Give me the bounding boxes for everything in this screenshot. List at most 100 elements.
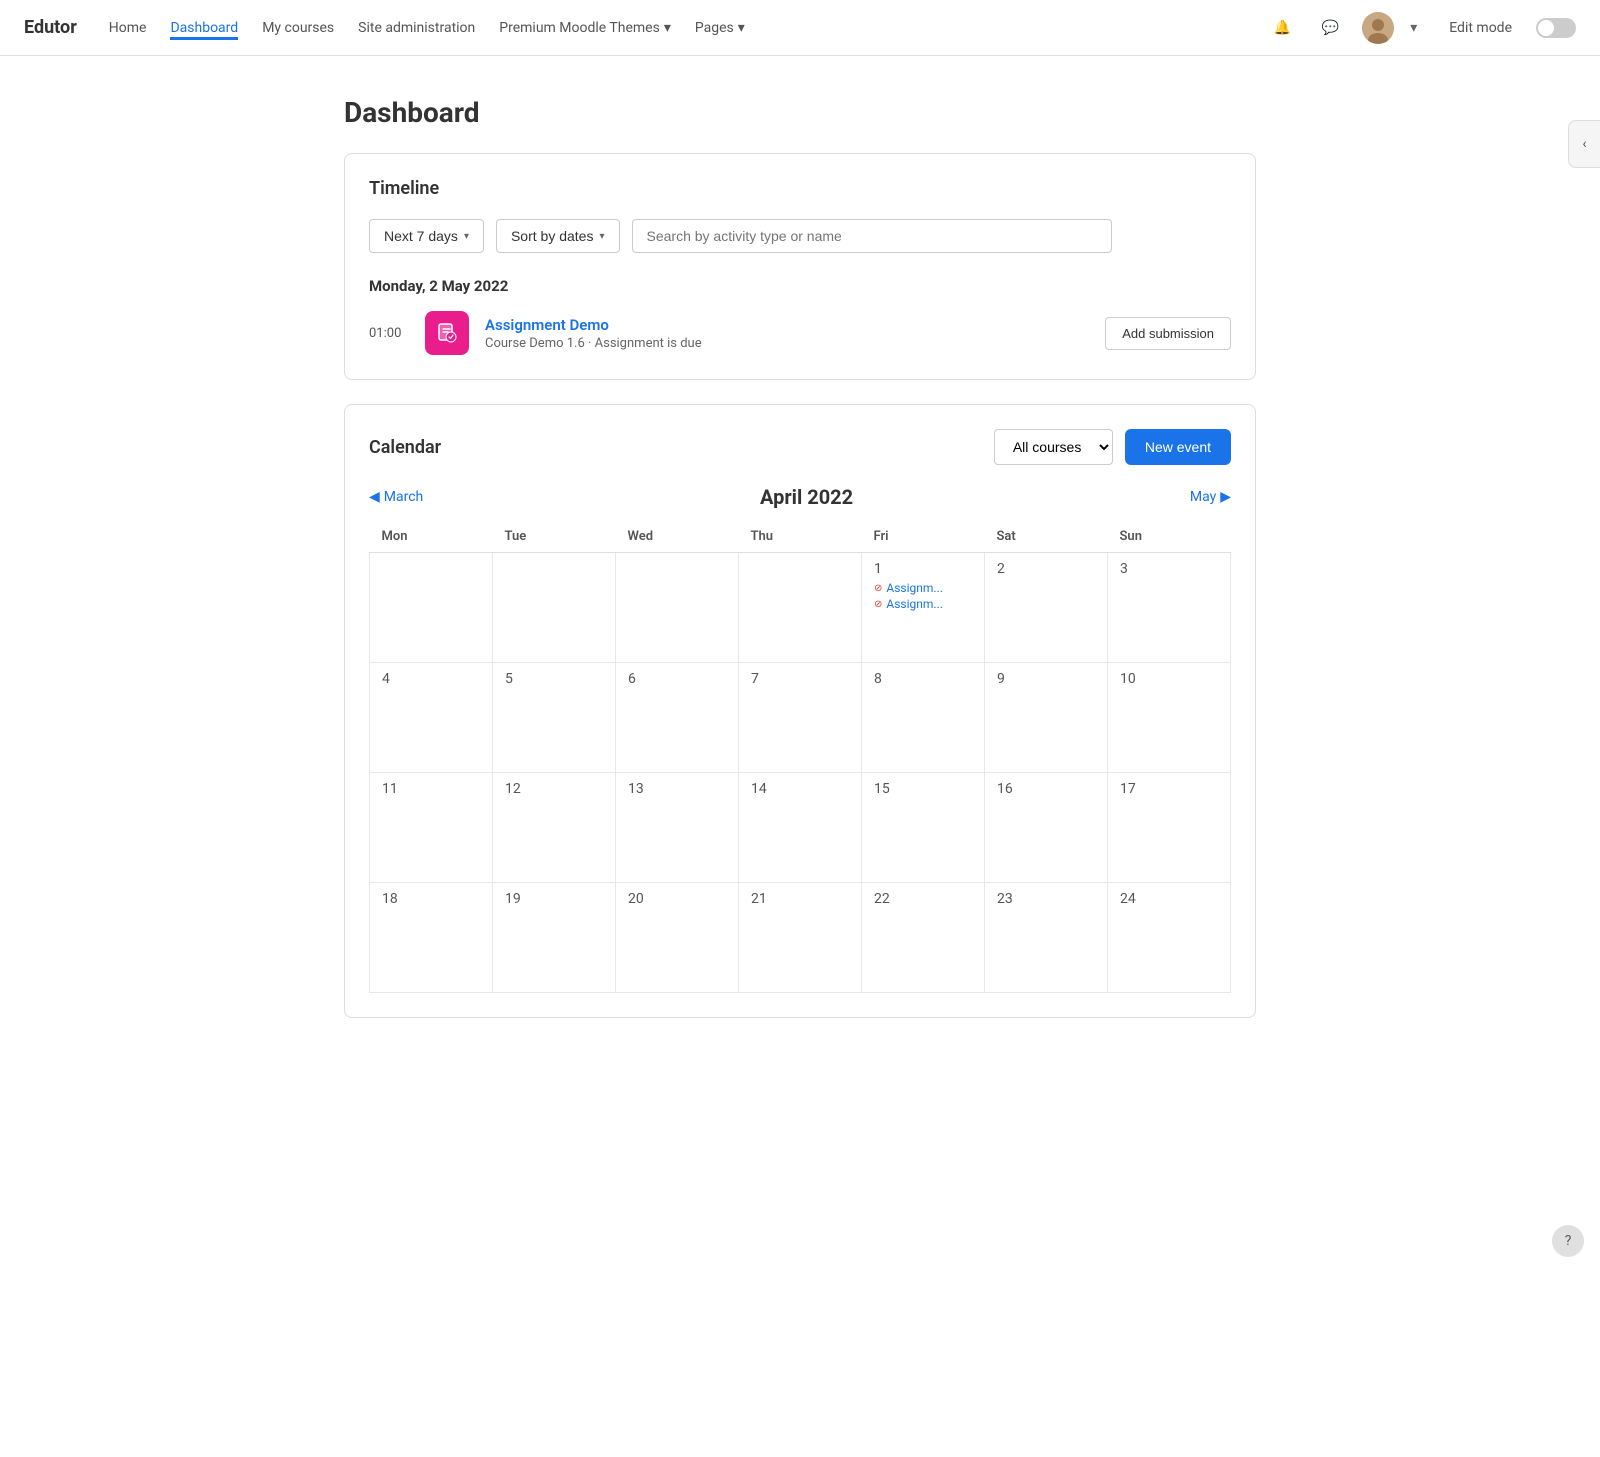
calendar-cell[interactable]: 20 [616,883,739,993]
nav-right: 🔔 💬 ▾ Edit mode [1266,12,1576,44]
col-tue: Tue [493,521,616,553]
edit-mode-label: Edit mode [1449,20,1512,36]
col-thu: Thu [739,521,862,553]
edit-mode-toggle[interactable] [1536,18,1576,38]
calendar-cell[interactable]: 11 [370,773,493,883]
day-number: 17 [1120,781,1218,797]
nav-premium-themes[interactable]: Premium Moodle Themes ▾ [499,16,671,40]
nav-site-admin[interactable]: Site administration [358,16,475,40]
period-filter-label: Next 7 days [384,228,458,244]
day-number: 22 [874,891,972,907]
day-number: 13 [628,781,726,797]
calendar-table: Mon Tue Wed Thu Fri Sat Sun 1⊘Assignm...… [369,521,1231,993]
calendar-cell[interactable]: 12 [493,773,616,883]
day-number: 11 [382,781,480,797]
calendar-cell[interactable]: 16 [985,773,1108,883]
calendar-cell[interactable]: 5 [493,663,616,773]
calendar-week-row: 18 19 20 21 22 23 24 [370,883,1231,993]
calendar-cell[interactable]: 1⊘Assignm...⊘Assignm... [862,553,985,663]
day-number: 12 [505,781,603,797]
calendar-cell[interactable]: 9 [985,663,1108,773]
notifications-button[interactable]: 🔔 [1266,12,1298,44]
day-number: 20 [628,891,726,907]
nav-my-courses[interactable]: My courses [262,16,334,40]
day-number: 23 [997,891,1095,907]
nav-dashboard[interactable]: Dashboard [170,16,238,40]
calendar-cell[interactable]: 2 [985,553,1108,663]
help-button[interactable]: ? [1552,1225,1584,1257]
courses-select[interactable]: All courses [994,429,1113,465]
event-time: 01:00 [369,326,409,341]
day-number: 2 [997,561,1095,577]
calendar-controls: All courses New event [994,429,1231,465]
calendar-cell[interactable]: 14 [739,773,862,883]
calendar-cell[interactable]: 22 [862,883,985,993]
col-sat: Sat [985,521,1108,553]
calendar-card: Calendar All courses New event ◀ March A… [344,404,1256,1018]
day-number: 18 [382,891,480,907]
calendar-cell[interactable]: 6 [616,663,739,773]
period-filter-button[interactable]: Next 7 days ▾ [369,219,484,253]
chevron-down-icon[interactable]: ▾ [1410,20,1417,36]
calendar-cell[interactable] [370,553,493,663]
prev-month-button[interactable]: ◀ March [369,489,423,505]
calendar-cell[interactable] [616,553,739,663]
event-label: Assignm... [886,597,943,611]
chevron-down-icon: ▾ [738,20,745,36]
nav-links: Home Dashboard My courses Site administr… [109,16,1266,40]
day-number: 10 [1120,671,1218,687]
calendar-event[interactable]: ⊘Assignm... [874,597,972,611]
calendar-cell[interactable]: 17 [1108,773,1231,883]
calendar-cell[interactable]: 18 [370,883,493,993]
col-sun: Sun [1108,521,1231,553]
messages-button[interactable]: 💬 [1314,12,1346,44]
day-number: 19 [505,891,603,907]
event-dot: ⊘ [874,583,882,594]
timeline-title: Timeline [369,178,1231,199]
calendar-nav: ◀ March April 2022 May ▶ [369,485,1231,509]
day-number: 24 [1120,891,1218,907]
calendar-cell[interactable]: 3 [1108,553,1231,663]
day-number: 1 [874,561,972,577]
day-number: 15 [874,781,972,797]
user-avatar[interactable] [1362,12,1394,44]
search-input[interactable] [632,219,1112,253]
nav-pages[interactable]: Pages ▾ [695,16,745,40]
day-number: 14 [751,781,849,797]
event-description: Course Demo 1.6 · Assignment is due [485,336,1089,351]
brand-logo[interactable]: Edutor [24,17,77,38]
add-submission-button[interactable]: Add submission [1105,317,1231,350]
day-number: 21 [751,891,849,907]
event-icon [425,311,469,355]
calendar-cell[interactable] [739,553,862,663]
calendar-cell[interactable]: 7 [739,663,862,773]
calendar-cell[interactable]: 4 [370,663,493,773]
timeline-item: 01:00 Assignment Demo Course Demo 1.6 · … [369,311,1231,355]
calendar-cell[interactable]: 10 [1108,663,1231,773]
sort-filter-button[interactable]: Sort by dates ▾ [496,219,620,253]
calendar-cell[interactable]: 15 [862,773,985,883]
sidebar-toggle-button[interactable]: ‹ [1568,120,1600,168]
nav-home[interactable]: Home [109,16,147,40]
calendar-cell[interactable]: 8 [862,663,985,773]
calendar-week-row: 456789 10 [370,663,1231,773]
day-number: 16 [997,781,1095,797]
chevron-down-icon: ▾ [464,231,469,242]
calendar-cell[interactable]: 23 [985,883,1108,993]
calendar-cell[interactable]: 21 [739,883,862,993]
main-content: Dashboard Timeline Next 7 days ▾ Sort by… [320,56,1280,1082]
chevron-down-icon: ▾ [599,231,604,242]
right-arrow-icon: ▶ [1220,489,1231,505]
timeline-date: Monday, 2 May 2022 [369,277,1231,295]
calendar-cell[interactable]: 13 [616,773,739,883]
event-name[interactable]: Assignment Demo [485,316,1089,334]
calendar-cell[interactable]: 19 [493,883,616,993]
calendar-event[interactable]: ⊘Assignm... [874,581,972,595]
calendar-title: Calendar [369,437,441,458]
next-month-button[interactable]: May ▶ [1190,489,1231,505]
calendar-cell[interactable]: 24 [1108,883,1231,993]
day-number: 3 [1120,561,1218,577]
new-event-button[interactable]: New event [1125,429,1231,465]
calendar-cell[interactable] [493,553,616,663]
timeline-filters: Next 7 days ▾ Sort by dates ▾ [369,219,1231,253]
